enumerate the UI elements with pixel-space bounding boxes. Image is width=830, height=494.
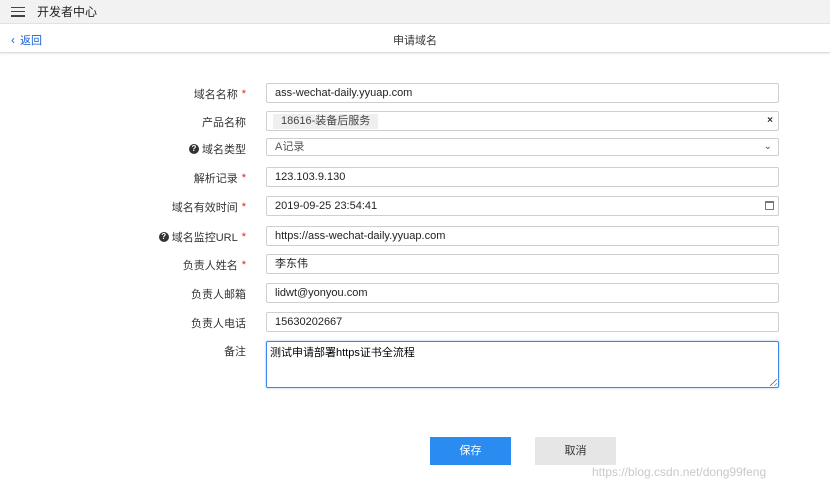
monitor-url-label: ? 域名监控URL *: [158, 229, 246, 245]
calendar-icon[interactable]: [765, 201, 774, 210]
owner-name-label: 负责人姓名 *: [183, 257, 246, 273]
product-name-select[interactable]: 18616-装备后服务 ×: [266, 111, 779, 131]
help-icon[interactable]: ?: [158, 232, 169, 242]
required-mark: *: [241, 172, 246, 184]
monitor-url-label-text: 域名监控URL: [171, 232, 238, 244]
resolve-record-label-text: 解析记录: [193, 173, 238, 185]
valid-time-label: 域名有效时间 *: [172, 199, 246, 215]
domain-type-value: A记录: [275, 141, 305, 153]
remark-textarea[interactable]: 测试申请部署https证书全流程: [266, 341, 779, 388]
form-row-monitor-url: ? 域名监控URL * https://ass-wechat-daily.yyuap…: [0, 226, 830, 248]
domain-type-select[interactable]: A记录 ⌄: [266, 138, 779, 156]
watermark: https://blog.csdn.net/dong99feng: [592, 465, 767, 479]
form-row-valid-time: 域名有效时间 * 2019-09-25 23:54:41: [0, 196, 830, 218]
form-row-domain-type: ? 域名类型 A记录 ⌄: [0, 138, 830, 160]
required-mark: *: [241, 231, 246, 243]
chevron-down-icon[interactable]: ⌄: [764, 139, 772, 155]
domain-name-input[interactable]: ass-wechat-daily.yyuap.com: [266, 83, 779, 103]
cancel-button[interactable]: 取消: [535, 437, 616, 465]
product-tag[interactable]: 18616-装备后服务: [273, 114, 379, 129]
resize-handle-icon[interactable]: [770, 379, 777, 386]
monitor-url-input[interactable]: https://ass-wechat-daily.yyuap.com: [266, 226, 779, 246]
remark-label: 备注: [224, 343, 246, 359]
top-bar: 开发者中心: [0, 0, 830, 24]
required-mark: *: [241, 259, 246, 271]
valid-time-input[interactable]: 2019-09-25 23:54:41: [266, 196, 779, 216]
domain-type-label-text: 域名类型: [202, 144, 246, 156]
domain-name-label-text: 域名名称: [193, 89, 238, 101]
owner-name-input[interactable]: 李东伟: [266, 254, 779, 274]
form-row-owner-phone: 负责人电话 15630202667: [0, 312, 830, 334]
page-title: 申请域名: [393, 35, 437, 47]
form-row-product-name: 产品名称 18616-装备后服务 ×: [0, 111, 830, 133]
clear-icon[interactable]: ×: [767, 112, 773, 130]
app-title: 开发者中心: [37, 5, 98, 19]
page-header: ‹ 返回 申请域名: [0, 25, 830, 53]
owner-name-label-text: 负责人姓名: [182, 260, 238, 272]
required-mark: *: [241, 88, 246, 100]
domain-type-label: ? 域名类型: [189, 141, 246, 157]
owner-phone-input[interactable]: 15630202667: [266, 312, 779, 332]
form-row-domain-name: 域名名称 * ass-wechat-daily.yyuap.com: [0, 83, 830, 105]
owner-email-label-text: 负责人邮箱: [191, 289, 246, 301]
domain-name-label: 域名名称 *: [194, 86, 246, 102]
owner-phone-label-text: 负责人电话: [191, 318, 246, 330]
form-row-owner-name: 负责人姓名 * 李东伟: [0, 254, 830, 276]
owner-phone-label: 负责人电话: [191, 315, 246, 331]
owner-email-label: 负责人邮箱: [191, 286, 246, 302]
form-row-resolve-record: 解析记录 * 123.103.9.130: [0, 167, 830, 189]
remark-label-text: 备注: [224, 346, 246, 358]
save-button[interactable]: 保存: [430, 437, 511, 465]
required-mark: *: [241, 201, 246, 213]
hamburger-menu-icon[interactable]: [11, 6, 25, 17]
resolve-record-label: 解析记录 *: [194, 170, 246, 186]
resolve-record-input[interactable]: 123.103.9.130: [266, 167, 779, 187]
valid-time-value: 2019-09-25 23:54:41: [275, 200, 378, 212]
product-name-label-text: 产品名称: [202, 117, 246, 129]
valid-time-label-text: 域名有效时间: [171, 202, 238, 214]
help-icon[interactable]: ?: [189, 144, 199, 154]
owner-email-input[interactable]: lidwt@yonyou.com: [266, 283, 779, 303]
product-name-label: 产品名称: [202, 114, 246, 130]
remark-value: 测试申请部署https证书全流程: [270, 347, 415, 359]
form-row-owner-email: 负责人邮箱 lidwt@yonyou.com: [0, 283, 830, 305]
